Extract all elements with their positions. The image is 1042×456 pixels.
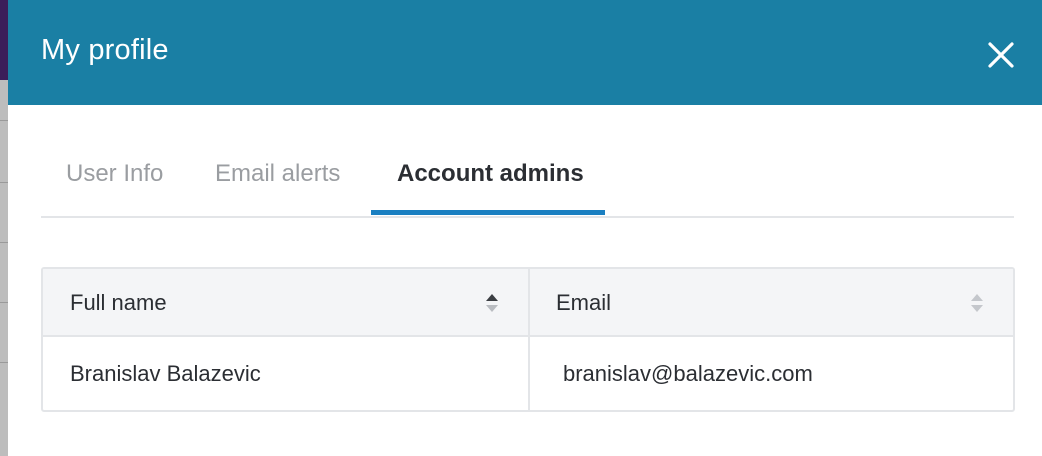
close-icon (988, 42, 1014, 68)
column-label-email: Email (556, 290, 612, 315)
table-row: Branislav Balazevic branislav@balazevic.… (43, 337, 1013, 410)
cell-email: branislav@balazevic.com (563, 361, 813, 386)
profile-tabs: User Info Email alerts Account admins (41, 150, 1014, 218)
column-header-full-name[interactable]: Full name (43, 269, 528, 335)
background-accent (0, 0, 8, 80)
column-header-email[interactable]: Email (530, 269, 1013, 335)
background-divider (0, 120, 8, 121)
background-divider (0, 362, 8, 363)
sort-icon (486, 294, 498, 312)
modal-header: My profile (8, 0, 1042, 105)
background-divider (0, 182, 8, 183)
tab-account-admins[interactable]: Account admins (397, 160, 584, 188)
tab-email-alerts[interactable]: Email alerts (215, 160, 340, 188)
tab-user-info[interactable]: User Info (66, 160, 163, 188)
background-page-edge (0, 0, 8, 456)
active-tab-indicator (371, 210, 605, 215)
close-button[interactable] (984, 38, 1018, 72)
cell-full-name: Branislav Balazevic (70, 361, 261, 386)
profile-modal: My profile User Info Email alerts Accoun… (8, 0, 1042, 456)
column-label-full-name: Full name (70, 290, 167, 315)
sort-icon (971, 294, 983, 312)
background-divider (0, 302, 8, 303)
background-divider (0, 242, 8, 243)
modal-title: My profile (41, 34, 169, 66)
account-admins-table: Full name Email Branislav Balazevic bran… (41, 267, 1015, 412)
